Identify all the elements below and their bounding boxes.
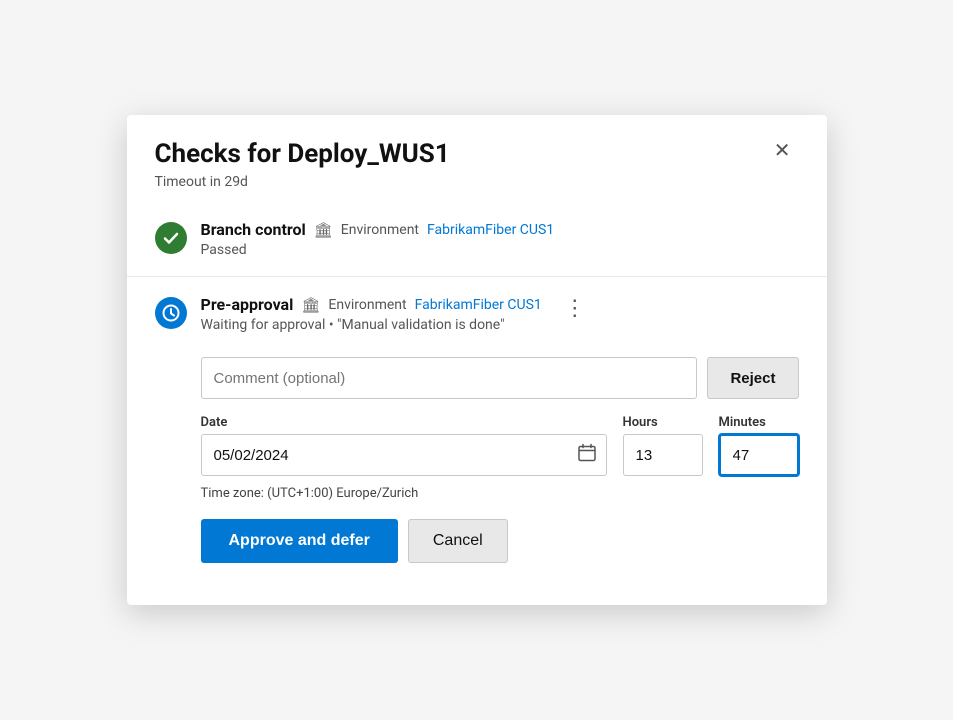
modal-subtitle: Timeout in 29d: [155, 174, 450, 190]
action-row: Approve and defer Cancel: [201, 519, 799, 563]
clock-icon: [162, 304, 180, 322]
pre-approval-title-row: Pre-approval 🏛 Environment FabrikamFiber…: [201, 295, 542, 314]
more-options-button[interactable]: ⋮: [556, 295, 594, 321]
date-input[interactable]: [201, 434, 607, 476]
pre-approval-section: Pre-approval 🏛 Environment FabrikamFiber…: [127, 277, 827, 581]
comment-input[interactable]: [201, 357, 698, 399]
pre-approval-status-icon: [155, 297, 187, 329]
cancel-button[interactable]: Cancel: [408, 519, 508, 563]
hours-field-group: Hours: [623, 415, 703, 476]
modal-body: Branch control 🏛 Environment FabrikamFib…: [127, 202, 827, 605]
branch-control-env-link[interactable]: FabrikamFiber CUS1: [427, 222, 554, 238]
pre-approval-row: Pre-approval 🏛 Environment FabrikamFiber…: [155, 295, 594, 333]
minutes-input[interactable]: [719, 434, 799, 476]
approve-defer-button[interactable]: Approve and defer: [201, 519, 398, 563]
branch-control-info: Branch control 🏛 Environment FabrikamFib…: [201, 220, 799, 258]
hours-input[interactable]: [623, 434, 703, 476]
pre-approval-info: Pre-approval 🏛 Environment FabrikamFiber…: [201, 295, 542, 333]
date-time-row: Date: [201, 415, 799, 476]
modal-header: Checks for Deploy_WUS1 Timeout in 29d ✕: [127, 115, 827, 202]
close-icon: ✕: [774, 140, 791, 162]
date-input-wrap: [201, 434, 607, 476]
environment-icon: 🏛: [314, 221, 333, 239]
branch-control-section: Branch control 🏛 Environment FabrikamFib…: [127, 202, 827, 277]
branch-control-status: Passed: [201, 242, 799, 258]
branch-control-env-label: Environment: [341, 222, 419, 238]
pre-approval-status: Waiting for approval • "Manual validatio…: [201, 317, 542, 333]
header-text: Checks for Deploy_WUS1 Timeout in 29d: [155, 139, 450, 190]
pre-approval-env-link[interactable]: FabrikamFiber CUS1: [415, 297, 542, 313]
checks-modal: Checks for Deploy_WUS1 Timeout in 29d ✕ …: [127, 115, 827, 605]
pre-approval-name: Pre-approval: [201, 295, 294, 314]
close-button[interactable]: ✕: [766, 137, 799, 165]
minutes-label: Minutes: [719, 415, 799, 430]
date-field-group: Date: [201, 415, 607, 476]
more-options-icon: ⋮: [564, 295, 586, 320]
pre-approval-env-icon: 🏛: [301, 296, 320, 314]
date-label: Date: [201, 415, 607, 430]
approval-form: Reject Date: [155, 357, 799, 563]
comment-reject-row: Reject: [201, 357, 799, 399]
branch-control-status-icon: [155, 222, 187, 254]
checkmark-icon: [162, 229, 180, 247]
reject-button[interactable]: Reject: [707, 357, 798, 399]
hours-label: Hours: [623, 415, 703, 430]
pre-approval-env-label: Environment: [328, 297, 406, 313]
branch-control-name: Branch control: [201, 220, 306, 239]
timezone-text: Time zone: (UTC+1:00) Europe/Zurich: [201, 486, 799, 501]
modal-title: Checks for Deploy_WUS1: [155, 139, 450, 170]
branch-control-title-row: Branch control 🏛 Environment FabrikamFib…: [201, 220, 799, 239]
minutes-field-group: Minutes: [719, 415, 799, 476]
